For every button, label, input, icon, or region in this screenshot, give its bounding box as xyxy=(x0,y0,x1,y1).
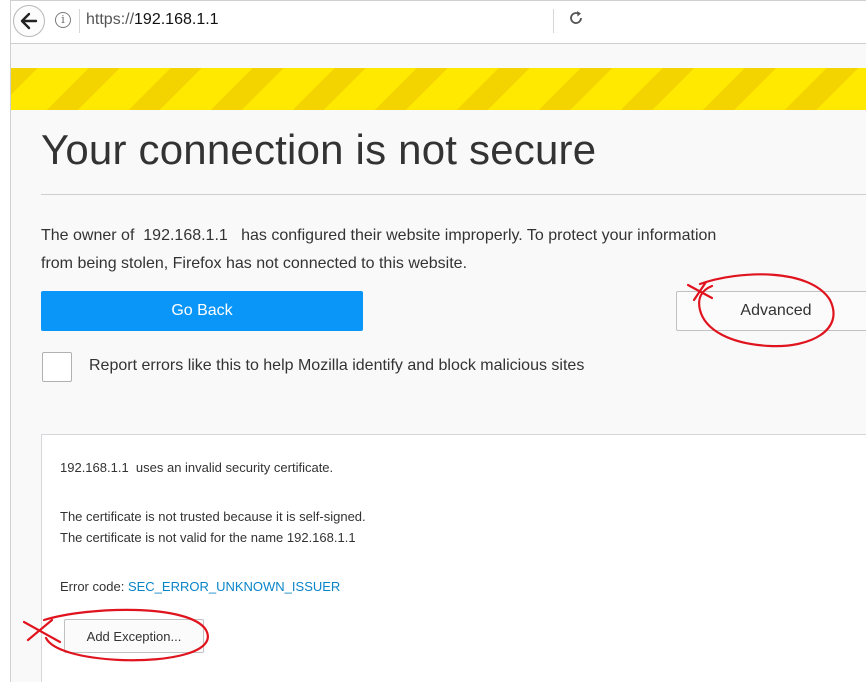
invalid-cert-text: 192.168.1.1 uses an invalid security cer… xyxy=(60,460,334,475)
url-divider xyxy=(79,9,80,33)
advanced-button[interactable]: Advanced xyxy=(676,291,866,331)
reason-self-signed: The certificate is not trusted because i… xyxy=(60,509,366,524)
back-arrow-icon[interactable] xyxy=(13,5,45,37)
info-icon[interactable]: i xyxy=(55,12,71,28)
url-field[interactable]: https://192.168.1.1 xyxy=(86,11,219,29)
back-arrow-glyph xyxy=(20,12,38,30)
advanced-panel: 192.168.1.1 uses an invalid security cer… xyxy=(41,434,866,682)
intro-text: The owner of 192.168.1.1 has configured … xyxy=(41,222,866,278)
intro-line-1: The owner of 192.168.1.1 has configured … xyxy=(41,227,717,244)
report-errors-label[interactable]: Report errors like this to help Mozilla … xyxy=(89,357,584,375)
report-errors-checkbox[interactable] xyxy=(42,352,72,382)
url-host: 192.168.1.1 xyxy=(134,11,219,28)
error-code-label: Error code: xyxy=(60,579,125,594)
reload-glyph xyxy=(570,11,582,24)
intro-line-2: from being stolen, Firefox has not conne… xyxy=(41,255,468,272)
title-divider xyxy=(41,194,866,195)
reload-icon[interactable] xyxy=(567,9,585,33)
reason-invalid-name: The certificate is not valid for the nam… xyxy=(60,530,356,545)
browser-window: i https://192.168.1.1 Your connection is… xyxy=(10,0,866,682)
go-back-button[interactable]: Go Back xyxy=(41,291,363,331)
error-code-line: Error code: SEC_ERROR_UNKNOWN_ISSUER xyxy=(60,579,340,594)
add-exception-button[interactable]: Add Exception... xyxy=(64,619,204,653)
warning-stripe xyxy=(11,68,866,110)
url-scheme: https:// xyxy=(86,11,135,28)
url-bar: i https://192.168.1.1 xyxy=(11,0,866,44)
url-divider-right xyxy=(553,9,554,33)
page-title: Your connection is not secure xyxy=(41,126,597,173)
error-code-link[interactable]: SEC_ERROR_UNKNOWN_ISSUER xyxy=(128,579,340,594)
